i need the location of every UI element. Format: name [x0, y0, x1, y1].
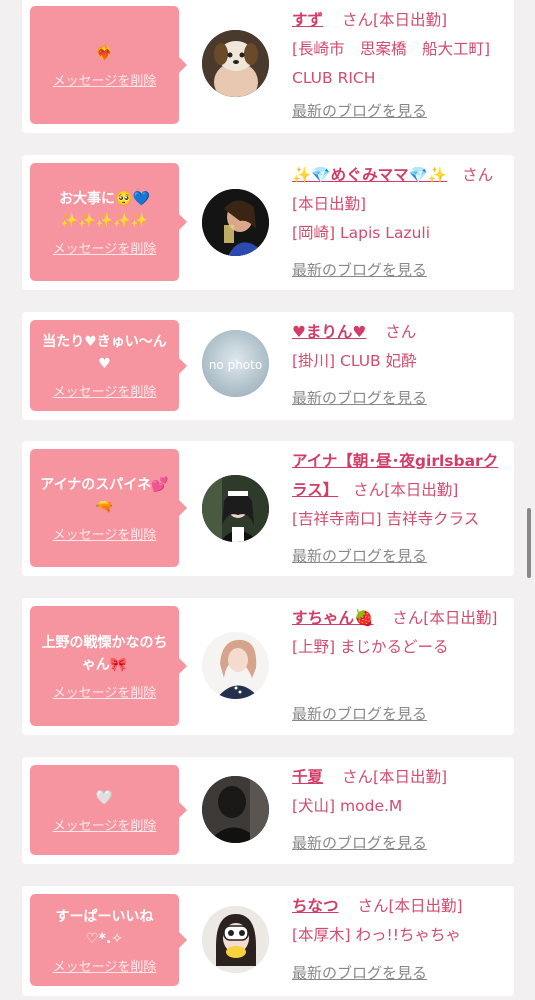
- message-text: お大事に🥺💙✨✨✨✨✨: [59, 190, 150, 229]
- delete-message-link[interactable]: メッセージを削除: [53, 381, 157, 400]
- latest-blog-link[interactable]: 最新のブログを見る: [292, 832, 427, 853]
- delete-message-link[interactable]: メッセージを削除: [53, 956, 157, 975]
- san-suffix: さん: [341, 768, 373, 786]
- maid-girl-photo-icon: [202, 475, 269, 542]
- shop-name: [長崎市 思案橋 船大工町] CLUB RICH: [292, 40, 491, 87]
- latest-blog-link[interactable]: 最新のブログを見る: [292, 703, 427, 724]
- status-text: [本日出勤]: [423, 609, 498, 627]
- message-bubble: お大事に🥺💙✨✨✨✨✨ メッセージを削除: [30, 163, 187, 281]
- san-suffix: さん: [357, 897, 389, 915]
- san-suffix: さん: [353, 481, 385, 499]
- dog-face-photo-icon: [202, 30, 269, 97]
- delete-message-link[interactable]: メッセージを削除: [53, 524, 157, 543]
- status-text: [本日出勤]: [388, 897, 463, 915]
- message-text: 上野の戦慄かなのちゃん🎀: [41, 634, 168, 673]
- latest-blog-link[interactable]: 最新のブログを見る: [292, 962, 427, 983]
- avatar[interactable]: [202, 906, 269, 973]
- cast-info: ♥まりん♥ さん [掛川] CLUB 妃酔: [292, 318, 504, 376]
- list-item: 🤍 メッセージを削除 千夏 さん[本日出勤] [犬山] mode.M 最新のブロ…: [22, 757, 514, 864]
- delete-message-link[interactable]: メッセージを削除: [53, 238, 157, 257]
- latest-blog-link[interactable]: 最新のブログを見る: [292, 259, 427, 280]
- shop-name: [岡崎] Lapis Lazuli: [292, 224, 431, 242]
- message-bubble: ❤️‍🔥 メッセージを削除: [30, 6, 187, 124]
- woman-with-glass-photo-icon: [202, 189, 269, 256]
- status-text: [本日出勤]: [384, 481, 459, 499]
- cast-info: ✨💎めぐみママ💎✨ さん [本日出勤] [岡崎] Lapis Lazuli: [292, 161, 504, 248]
- message-bubble: すーぱーいいね♡*.✧ メッセージを削除: [30, 894, 187, 986]
- message-bubble: 当たり♥きゅい〜ん♥ メッセージを削除: [30, 320, 187, 411]
- message-bubble: 🤍 メッセージを削除: [30, 765, 187, 855]
- shop-name: [吉祥寺南口] 吉祥寺クラス: [292, 510, 480, 528]
- avatar[interactable]: [202, 632, 269, 699]
- san-suffix: さん: [385, 323, 417, 341]
- cast-name-link[interactable]: 千夏: [292, 768, 323, 786]
- message-text: ❤️‍🔥: [95, 44, 114, 61]
- cast-info: アイナ【朝･昼･夜girlsbarクラス】 さん[本日出勤] [吉祥寺南口] 吉…: [292, 447, 504, 534]
- san-suffix: さん: [341, 11, 373, 29]
- avatar[interactable]: [202, 189, 269, 256]
- cast-info: ちなつ さん[本日出勤] [本厚木] わっ!!ちゃちゃ: [292, 892, 504, 950]
- message-text: アイナのスパイネ💕🔫: [40, 476, 169, 515]
- avatar[interactable]: [202, 776, 269, 843]
- masked-girl-photo-icon: [202, 906, 269, 973]
- cast-name-link[interactable]: すちゃん🍓: [292, 609, 373, 627]
- san-suffix: さん: [462, 166, 494, 184]
- status-text: [本日出勤]: [372, 11, 448, 29]
- shop-name: [犬山] mode.M: [292, 797, 403, 815]
- latest-blog-link[interactable]: 最新のブログを見る: [292, 100, 427, 121]
- latest-blog-link[interactable]: 最新のブログを見る: [292, 545, 427, 566]
- no-photo-text: no photo: [208, 358, 263, 372]
- san-suffix: さん: [392, 609, 424, 627]
- cast-name-link[interactable]: すず: [292, 11, 323, 29]
- latest-blog-link[interactable]: 最新のブログを見る: [292, 387, 427, 408]
- status-text: [本日出勤]: [372, 768, 448, 786]
- list-item: お大事に🥺💙✨✨✨✨✨ メッセージを削除 ✨💎めぐみママ💎✨ さん [本日出勤] …: [22, 155, 514, 290]
- girl-photo-icon: [202, 632, 269, 699]
- avatar[interactable]: [202, 475, 269, 542]
- message-text: 🤍: [95, 789, 114, 806]
- silhouette-photo-icon: [202, 776, 269, 843]
- list-item: 当たり♥きゅい〜ん♥ メッセージを削除 no photo ♥まりん♥ さん [掛…: [22, 312, 514, 420]
- message-bubble: アイナのスパイネ💕🔫 メッセージを削除: [30, 449, 187, 567]
- cast-name-link[interactable]: ♥まりん♥: [292, 323, 366, 341]
- shop-name: [上野] まじかるどーる: [292, 638, 449, 656]
- message-bubble: 上野の戦慄かなのちゃん🎀 メッセージを削除: [30, 606, 187, 726]
- avatar[interactable]: no photo: [202, 330, 269, 397]
- cast-name-link[interactable]: ちなつ: [292, 897, 339, 915]
- cast-info: すず さん[本日出勤] [長崎市 思案橋 船大工町] CLUB RICH: [292, 6, 504, 93]
- avatar[interactable]: [202, 30, 269, 97]
- list-item: アイナのスパイネ💕🔫 メッセージを削除 アイナ【朝･昼･夜girlsbarクラス…: [22, 441, 514, 576]
- cast-info: すちゃん🍓 さん[本日出勤] [上野] まじかるどーる: [292, 604, 504, 662]
- list-item: 上野の戦慄かなのちゃん🎀 メッセージを削除 すちゃん🍓 さん[本日出勤] [上野…: [22, 598, 514, 735]
- cast-name-link[interactable]: ✨💎めぐみママ💎✨: [292, 166, 447, 184]
- scrollbar[interactable]: [527, 508, 531, 578]
- message-text: すーぱーいいね♡*.✧: [55, 908, 154, 947]
- shop-name: [掛川] CLUB 妃酔: [292, 352, 417, 370]
- cast-info: 千夏 さん[本日出勤] [犬山] mode.M: [292, 763, 504, 821]
- message-text: 当たり♥きゅい〜ん♥: [42, 334, 167, 372]
- list-item: ❤️‍🔥 メッセージを削除 すず さん[本日出勤] [長崎市 思案橋 船大工町]…: [22, 0, 514, 133]
- delete-message-link[interactable]: メッセージを削除: [53, 815, 157, 834]
- shop-name: [本厚木] わっ!!ちゃちゃ: [292, 926, 461, 944]
- status-text: [本日出勤]: [292, 195, 367, 213]
- delete-message-link[interactable]: メッセージを削除: [53, 682, 157, 701]
- delete-message-link[interactable]: メッセージを削除: [53, 70, 157, 89]
- list-item: すーぱーいいね♡*.✧ メッセージを削除 ちなつ さん[本日出勤] [本厚木] …: [22, 886, 514, 996]
